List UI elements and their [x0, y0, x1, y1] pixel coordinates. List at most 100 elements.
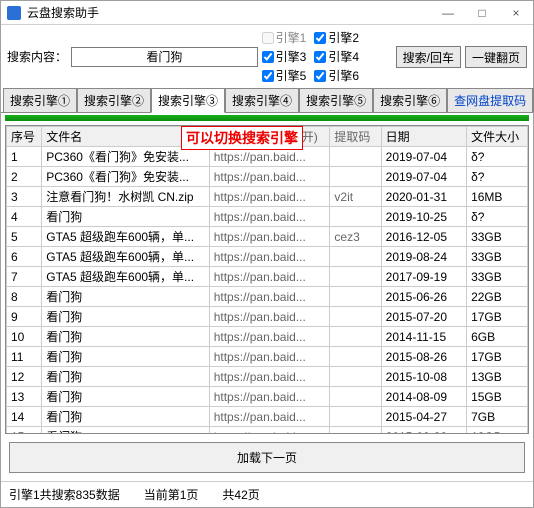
window-title: 云盘搜索助手	[27, 4, 431, 21]
cell-name: 看门狗	[42, 427, 209, 435]
cell-date: 2015-06-26	[381, 287, 466, 307]
cell-pwd	[330, 307, 381, 327]
statusbar: 引擎1共搜索835数据 当前第1页 共42页	[1, 481, 533, 507]
cell-date: 2015-08-26	[381, 347, 466, 367]
tab-engine-6[interactable]: 搜索引擎⑥	[373, 88, 447, 112]
cell-name: 看门狗	[42, 347, 209, 367]
flip-page-button[interactable]: 一键翻页	[465, 46, 527, 68]
app-icon	[7, 6, 21, 20]
cell-size: 17GB	[467, 347, 528, 367]
engine-checkbox-6[interactable]: 引擎6	[314, 67, 359, 84]
engine-checkbox-input-6[interactable]	[314, 70, 326, 82]
table-row[interactable]: 5GTA5 超级跑车600辆，单...https://pan.baid...ce…	[7, 227, 528, 247]
engine-checkbox-4[interactable]: 引擎4	[314, 48, 359, 65]
table-row[interactable]: 4看门狗https://pan.baid...2019-10-25δ?	[7, 207, 528, 227]
cell-date: 2019-08-24	[381, 247, 466, 267]
tab-engine-2[interactable]: 搜索引擎②	[77, 88, 151, 112]
col-header-date[interactable]: 日期	[381, 127, 466, 147]
col-header-password[interactable]: 提取码	[330, 127, 381, 147]
cell-url: https://pan.baid...	[209, 227, 330, 247]
cell-name: 看门狗	[42, 387, 209, 407]
cell-date: 2015-10-08	[381, 367, 466, 387]
cell-size: 16MB	[467, 187, 528, 207]
engine-label-4: 引擎4	[328, 48, 359, 65]
cell-url: https://pan.baid...	[209, 267, 330, 287]
engine-checkbox-input-3[interactable]	[262, 51, 274, 63]
cell-date: 2014-08-09	[381, 387, 466, 407]
cell-pwd	[330, 367, 381, 387]
tab-engine-1[interactable]: 搜索引擎①	[3, 88, 77, 112]
cell-date: 2019-07-04	[381, 147, 466, 167]
maximize-button[interactable]: □	[465, 1, 499, 25]
search-input[interactable]	[71, 47, 258, 67]
cell-url: https://pan.baid...	[209, 387, 330, 407]
table-row[interactable]: 6GTA5 超级跑车600辆，单...https://pan.baid...20…	[7, 247, 528, 267]
engine-checkbox-1: 引擎1	[262, 29, 307, 46]
load-more-button[interactable]: 加载下一页	[9, 442, 525, 473]
col-header-url[interactable]: 下载地址(双击打开)	[209, 127, 330, 147]
cell-pwd	[330, 347, 381, 367]
table-row[interactable]: 9看门狗https://pan.baid...2015-07-2017GB	[7, 307, 528, 327]
cell-pwd	[330, 147, 381, 167]
cell-size: δ?	[467, 147, 528, 167]
engine-checkbox-2[interactable]: 引擎2	[314, 29, 359, 46]
cell-pwd	[330, 387, 381, 407]
table-row[interactable]: 11看门狗https://pan.baid...2015-08-2617GB	[7, 347, 528, 367]
tab-engine-5[interactable]: 搜索引擎⑤	[299, 88, 373, 112]
minimize-button[interactable]: —	[431, 1, 465, 25]
cell-name: 看门狗	[42, 307, 209, 327]
cell-size: 13GB	[467, 367, 528, 387]
table-row[interactable]: 3注意看门狗！水树凯 CN.ziphttps://pan.baid...v2it…	[7, 187, 528, 207]
status-current-page: 当前第1页	[144, 486, 199, 503]
cell-date: 2019-07-04	[381, 167, 466, 187]
col-header-index[interactable]: 序号	[7, 127, 42, 147]
close-button[interactable]: ×	[499, 1, 533, 25]
col-header-size[interactable]: 文件大小	[467, 127, 528, 147]
engine-checkboxes: 引擎1 引擎2 引擎3 引擎4 引擎5 引擎6	[262, 29, 392, 84]
table-row[interactable]: 12看门狗https://pan.baid...2015-10-0813GB	[7, 367, 528, 387]
cell-size: 33GB	[467, 267, 528, 287]
cell-pwd	[330, 207, 381, 227]
table-row[interactable]: 14看门狗https://pan.baid...2015-04-277GB	[7, 407, 528, 427]
cell-size: δ?	[467, 167, 528, 187]
cell-size: 15GB	[467, 387, 528, 407]
engine-checkbox-input-2[interactable]	[314, 32, 326, 44]
cell-url: https://pan.baid...	[209, 327, 330, 347]
table-row[interactable]: 15看门狗https://pan.baid...2015-02-2213GB	[7, 427, 528, 435]
col-header-filename[interactable]: 文件名	[42, 127, 209, 147]
tab-engine-4[interactable]: 搜索引擎④	[225, 88, 299, 112]
table-row[interactable]: 7GTA5 超级跑车600辆，单...https://pan.baid...20…	[7, 267, 528, 287]
tab-engine-3[interactable]: 搜索引擎③	[151, 88, 225, 113]
cell-idx: 15	[7, 427, 42, 435]
table-row[interactable]: 8看门狗https://pan.baid...2015-06-2622GB	[7, 287, 528, 307]
cell-idx: 2	[7, 167, 42, 187]
cell-size: 17GB	[467, 307, 528, 327]
cell-size: 33GB	[467, 227, 528, 247]
cell-name: 注意看门狗！水树凯 CN.zip	[42, 187, 209, 207]
cell-idx: 14	[7, 407, 42, 427]
cell-name: PC360《看门狗》免安装...	[42, 147, 209, 167]
cell-name: GTA5 超级跑车600辆，单...	[42, 247, 209, 267]
cell-pwd: cez3	[330, 227, 381, 247]
cell-name: 看门狗	[42, 407, 209, 427]
titlebar: 云盘搜索助手 — □ ×	[1, 1, 533, 25]
engine-checkbox-5[interactable]: 引擎5	[262, 67, 307, 84]
search-button[interactable]: 搜索/回车	[396, 46, 461, 68]
engine-checkbox-input-4[interactable]	[314, 51, 326, 63]
cell-pwd	[330, 407, 381, 427]
table-row[interactable]: 13看门狗https://pan.baid...2014-08-0915GB	[7, 387, 528, 407]
table-row[interactable]: 10看门狗https://pan.baid...2014-11-156GB	[7, 327, 528, 347]
status-total-pages: 共42页	[222, 486, 259, 503]
engine-checkbox-input-5[interactable]	[262, 70, 274, 82]
cell-date: 2015-02-22	[381, 427, 466, 435]
table-row[interactable]: 2PC360《看门狗》免安装...https://pan.baid...2019…	[7, 167, 528, 187]
cell-size: 6GB	[467, 327, 528, 347]
tab-lookup-password[interactable]: 查网盘提取码	[447, 88, 533, 112]
cell-idx: 9	[7, 307, 42, 327]
cell-idx: 10	[7, 327, 42, 347]
engine-checkbox-3[interactable]: 引擎3	[262, 48, 307, 65]
cell-idx: 5	[7, 227, 42, 247]
cell-idx: 1	[7, 147, 42, 167]
cell-date: 2017-09-19	[381, 267, 466, 287]
table-row[interactable]: 1PC360《看门狗》免安装...https://pan.baid...2019…	[7, 147, 528, 167]
